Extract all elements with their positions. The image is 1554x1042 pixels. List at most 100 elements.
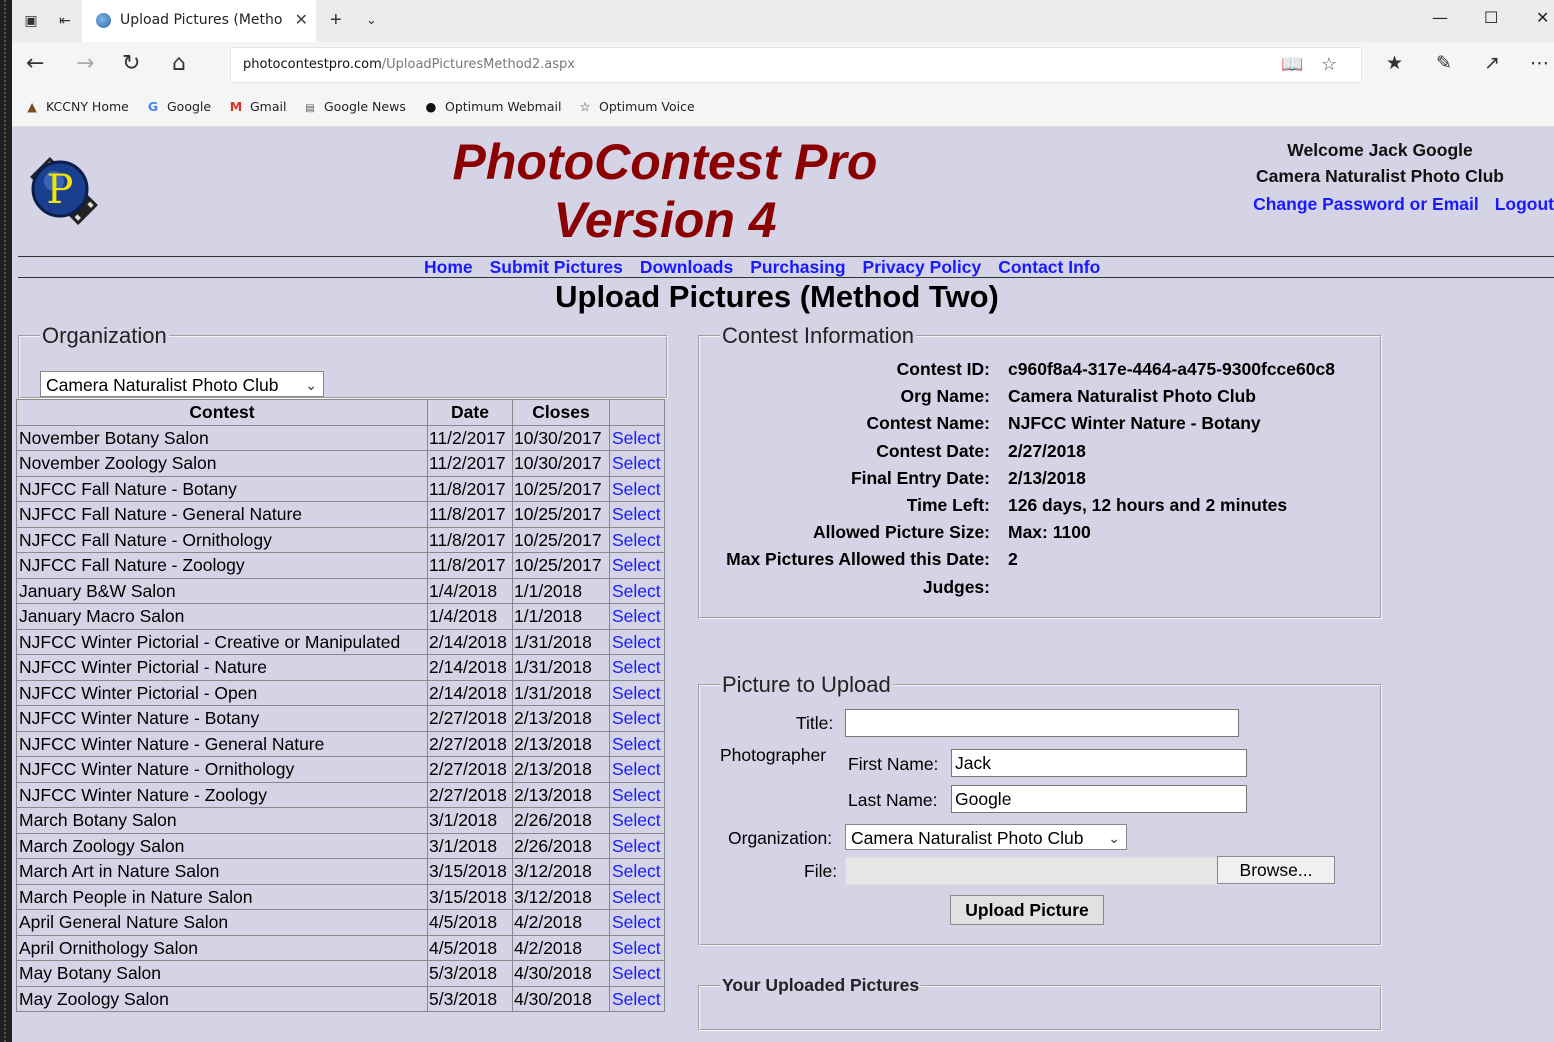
address-bar[interactable]: photocontestpro.com/UploadPicturesMethod… <box>230 47 1362 83</box>
select-link[interactable]: Select <box>609 909 665 936</box>
column-date: Date <box>427 399 513 426</box>
menu-contact-info[interactable]: Contact Info <box>998 257 1100 277</box>
column-closes: Closes <box>512 399 610 426</box>
contest-date-cell: 2/27/2018 <box>427 756 513 783</box>
upload-legend: Picture to Upload <box>722 672 891 697</box>
select-link[interactable]: Select <box>609 654 665 681</box>
table-row: NJFCC Fall Nature - Zoology 11/8/2017 10/2… <box>16 552 665 579</box>
select-link[interactable]: Select <box>609 475 665 502</box>
organization-fieldset: Organization Camera Naturalist Photo Clu… <box>18 323 668 399</box>
close-window-icon[interactable]: ✕ <box>1536 8 1549 27</box>
organization-select[interactable]: Camera Naturalist Photo Club ⌄ <box>40 371 324 397</box>
tabs-preview-icon[interactable]: ⇤ <box>56 12 74 28</box>
menu-privacy-policy[interactable]: Privacy Policy <box>863 257 982 277</box>
upload-picture-button[interactable]: Upload Picture <box>950 895 1104 925</box>
welcome-block: Welcome Jack Google Camera Naturalist Ph… <box>1256 137 1504 189</box>
contest-name-cell: April Ornithology Salon <box>16 934 428 961</box>
select-link[interactable]: Select <box>609 424 665 451</box>
contest-date-cell: 2/27/2018 <box>427 705 513 732</box>
favorites-hub-icon[interactable]: ★ <box>1386 52 1403 74</box>
select-link[interactable]: Select <box>609 577 665 604</box>
table-row: NJFCC Winter Nature - Botany 2/27/2018 2/1… <box>16 705 665 732</box>
fav-google-news[interactable]: ▤ Google News <box>302 99 406 114</box>
contest-date-cell: 11/8/2017 <box>427 475 513 502</box>
first-name-input[interactable]: Jack <box>951 749 1247 777</box>
select-link[interactable]: Select <box>609 628 665 655</box>
table-row: NJFCC Fall Nature - Botany 11/8/2017 10/25… <box>16 475 665 502</box>
table-row: January Macro Salon 1/4/2018 1/1/2018 Selec… <box>16 603 665 630</box>
contest-info-legend: Contest Information <box>722 323 914 348</box>
select-link[interactable]: Select <box>609 705 665 732</box>
select-link[interactable]: Select <box>609 679 665 706</box>
close-tab-icon[interactable]: ✕ <box>295 10 308 30</box>
select-link[interactable]: Select <box>609 781 665 808</box>
select-link[interactable]: Select <box>609 756 665 783</box>
contest-date-cell: 11/8/2017 <box>427 552 513 579</box>
forward-icon[interactable]: → <box>76 51 94 76</box>
reading-view-icon[interactable]: 📖 <box>1281 54 1303 75</box>
upload-organization-select[interactable]: Camera Naturalist Photo Club ⌄ <box>845 824 1127 850</box>
select-link[interactable]: Select <box>609 832 665 859</box>
select-link[interactable]: Select <box>609 807 665 834</box>
chevron-down-icon[interactable]: ⌄ <box>366 12 377 28</box>
globe-icon <box>96 13 111 28</box>
logout-link[interactable]: Logout <box>1495 194 1554 214</box>
info-label: Judges: <box>922 576 990 597</box>
select-link[interactable]: Select <box>609 526 665 553</box>
contest-closes-cell: 10/25/2017 <box>512 475 610 502</box>
select-link[interactable]: Select <box>609 603 665 630</box>
contest-name-cell: NJFCC Winter Pictorial - Open <box>16 679 428 706</box>
contest-date-cell: 11/2/2017 <box>427 424 513 451</box>
menu-purchasing[interactable]: Purchasing <box>750 257 845 277</box>
select-link[interactable]: Select <box>609 934 665 961</box>
minimize-icon[interactable]: — <box>1432 8 1448 27</box>
title-input[interactable] <box>845 709 1239 737</box>
contest-date-cell: 4/5/2018 <box>427 934 513 961</box>
photocontest-logo-icon: P <box>30 157 98 225</box>
select-link[interactable]: Select <box>609 552 665 579</box>
menu-home[interactable]: Home <box>424 257 473 277</box>
select-link[interactable]: Select <box>609 730 665 757</box>
tab-set-aside-icon[interactable]: ▣ <box>22 12 40 28</box>
fav-optimum-voice[interactable]: ☆ Optimum Voice <box>577 99 694 114</box>
table-header-row: Contest Date Closes <box>16 399 665 426</box>
select-link[interactable]: Select <box>609 858 665 885</box>
browse-button[interactable]: Browse... <box>1217 856 1335 884</box>
table-row: November Botany Salon 11/2/2017 10/30/2017… <box>16 424 665 451</box>
pen-icon[interactable]: ✎ <box>1436 52 1452 74</box>
star-icon[interactable]: ☆ <box>1321 54 1337 75</box>
new-tab-icon[interactable]: + <box>330 9 342 32</box>
fav-kccny[interactable]: ▲ KCCNY Home <box>24 99 129 114</box>
maximize-icon[interactable]: ☐ <box>1484 8 1498 27</box>
contests-table-body: November Botany Salon 11/2/2017 10/30/2017… <box>16 424 665 1012</box>
share-icon[interactable]: ↗ <box>1484 52 1500 74</box>
last-name-label: Last Name: <box>848 790 938 810</box>
menu-submit-pictures[interactable]: Submit Pictures <box>490 257 623 277</box>
fav-google[interactable]: G Google <box>145 99 211 114</box>
contest-date-cell: 4/5/2018 <box>427 909 513 936</box>
upload-organization-selected: Camera Naturalist Photo Club <box>851 828 1084 848</box>
last-name-input[interactable]: Google <box>951 785 1247 813</box>
change-password-link[interactable]: Change Password or Email <box>1253 194 1479 214</box>
contest-closes-cell: 10/25/2017 <box>512 526 610 553</box>
home-icon[interactable]: ⌂ <box>172 51 186 76</box>
refresh-icon[interactable]: ↻ <box>122 51 140 76</box>
select-link[interactable]: Select <box>609 450 665 477</box>
select-link[interactable]: Select <box>609 883 665 910</box>
contest-name-cell: NJFCC Fall Nature - General Nature <box>16 501 428 528</box>
select-link[interactable]: Select <box>609 985 665 1012</box>
fav-optimum-webmail[interactable]: ● Optimum Webmail <box>423 99 562 114</box>
browser-tab[interactable]: Upload Pictures (Metho ✕ <box>82 0 316 42</box>
back-icon[interactable]: ← <box>26 51 44 76</box>
fav-gmail[interactable]: M Gmail <box>228 99 287 114</box>
contest-date-cell: 2/14/2018 <box>427 679 513 706</box>
contest-date-cell: 2/14/2018 <box>427 628 513 655</box>
more-icon[interactable]: ⋯ <box>1530 52 1549 74</box>
svg-text:P: P <box>47 167 74 213</box>
select-link[interactable]: Select <box>609 960 665 987</box>
title-bar: ▣ ⇤ Upload Pictures (Metho ✕ + ⌄ — ☐ ✕ <box>12 0 1554 42</box>
file-path-field[interactable] <box>845 857 1219 885</box>
uploaded-pictures-legend: Your Uploaded Pictures <box>722 975 920 995</box>
select-link[interactable]: Select <box>609 501 665 528</box>
menu-downloads[interactable]: Downloads <box>640 257 733 277</box>
